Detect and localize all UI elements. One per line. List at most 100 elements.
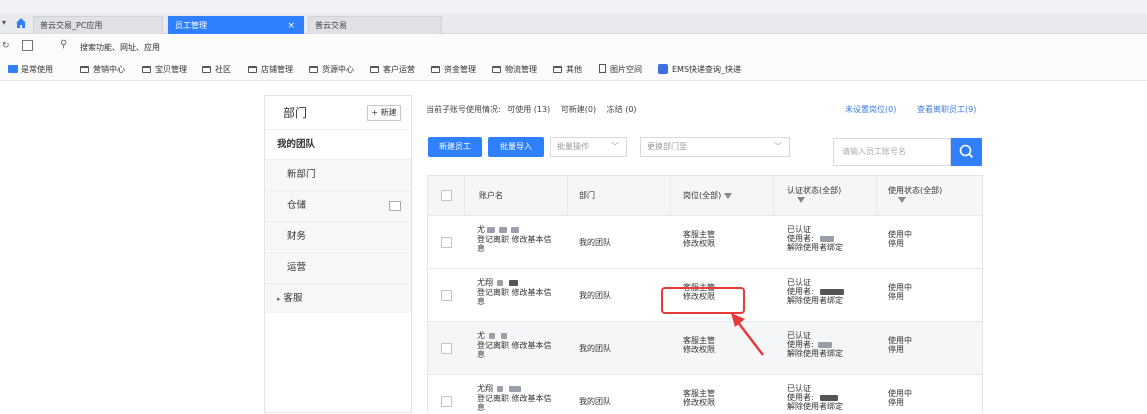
bookmark-logistics[interactable]: 物流管理 xyxy=(492,64,537,76)
bookmark-label: 资金管理 xyxy=(444,65,476,74)
bookmark-label: 店铺管理 xyxy=(261,65,293,74)
department-title: 部门 xyxy=(283,106,308,120)
filter-icon[interactable] xyxy=(724,192,733,199)
header-account: 账户名 xyxy=(479,191,503,200)
home-icon[interactable] xyxy=(14,16,30,32)
new-employee-button[interactable]: 新建员工 xyxy=(428,137,482,157)
unbind-user-link[interactable]: 解除使用者绑定 xyxy=(787,243,843,252)
chevron-down-icon: ﹀ xyxy=(774,142,782,151)
unset-position-link[interactable]: 未设置岗位(0) xyxy=(845,104,896,115)
row-actions[interactable]: 登记离职 修改基本信息 xyxy=(477,394,557,412)
account-name: 尤 xyxy=(477,225,519,234)
unbind-user-link[interactable]: 解除使用者绑定 xyxy=(787,402,843,411)
table-header: 账户名 部门 岗位(全部) 认证状态(全部) 使用状态(全部) xyxy=(428,176,982,216)
row-actions[interactable]: 登记离职 修改基本信息 xyxy=(477,235,557,253)
account-name: 尤翔 xyxy=(477,278,518,287)
search-button[interactable] xyxy=(951,138,982,166)
bookmark-ems[interactable]: EMS快递查询_快递 xyxy=(658,64,741,76)
disable-link[interactable]: 停用 xyxy=(888,292,904,301)
briefcase-icon xyxy=(8,65,18,73)
account-name: 尤翔 xyxy=(477,384,521,393)
auth-status: 已认证 xyxy=(787,278,811,287)
bookmark-label: EMS快递查询_快递 xyxy=(672,65,742,74)
tab-label: 普云交易_PC应用 xyxy=(40,21,103,30)
tab-employee-management[interactable]: 员工管理 × xyxy=(168,16,304,34)
chevron-down-icon: ﹀ xyxy=(611,142,619,151)
change-department-select[interactable]: 更换部门至 ﹀ xyxy=(640,137,790,157)
edit-permission-link[interactable]: 修改权限 xyxy=(683,345,715,354)
window-top-strip xyxy=(0,0,1147,14)
url-search-input[interactable]: 搜索功能、网址、应用 xyxy=(80,42,160,53)
dept-item-my-team[interactable]: 我的团队 xyxy=(265,129,411,159)
unbind-user-link[interactable]: 解除使用者绑定 xyxy=(787,349,843,358)
bookmark-shop[interactable]: 店铺管理 xyxy=(248,64,293,76)
bookmark-other[interactable]: 其他 xyxy=(553,64,582,76)
resigned-employees-link[interactable]: 查看离职员工(9) xyxy=(917,104,976,115)
header-role-label: 岗位(全部) xyxy=(683,191,722,200)
address-bar: ↻ ⚲ 搜索功能、网址、应用 xyxy=(0,35,1147,59)
bookmark-marketing[interactable]: 营销中心 xyxy=(80,64,125,76)
filter-icon[interactable] xyxy=(898,196,906,203)
row-checkbox[interactable] xyxy=(441,237,452,248)
folder-icon xyxy=(370,66,379,73)
tab-bar: ▾ 普云交易_PC应用 员工管理 × 普云交易 xyxy=(0,14,1147,34)
search-icon[interactable]: ⚲ xyxy=(60,39,67,50)
bookmark-images[interactable]: 图片空间 xyxy=(599,64,642,76)
row-actions[interactable]: 登记离职 修改基本信息 xyxy=(477,341,557,359)
dept-item-customer-service[interactable]: ▸ 客服 xyxy=(265,283,411,313)
department-panel: 部门 + 新建 我的团队 新部门 仓储 财务 运营 ▸ 客服 xyxy=(264,95,412,413)
employee-search-input[interactable]: 请输入员工账号名 xyxy=(833,138,951,166)
dept-item-operations[interactable]: 运营 xyxy=(265,252,411,282)
new-department-button[interactable]: + 新建 xyxy=(367,105,401,121)
page-icon xyxy=(599,64,606,73)
bookmark-community[interactable]: 社区 xyxy=(202,64,231,76)
usage-creatable: 可新建(0) xyxy=(560,105,597,114)
refresh-icon[interactable]: ↻ xyxy=(2,41,10,51)
select-all-checkbox[interactable] xyxy=(441,190,452,201)
bookmark-frequent[interactable]: 是常使用 xyxy=(8,64,53,76)
folder-icon xyxy=(142,66,151,73)
row-checkbox[interactable] xyxy=(441,343,452,354)
row-actions[interactable]: 登记离职 修改基本信息 xyxy=(477,288,557,306)
disable-link[interactable]: 停用 xyxy=(888,345,904,354)
row-checkbox[interactable] xyxy=(441,290,452,301)
search-icon xyxy=(959,144,974,159)
dept-item-finance[interactable]: 财务 xyxy=(265,221,411,251)
role-cell: 客服主管 xyxy=(683,230,715,239)
user-cell: 使用者: xyxy=(787,340,832,349)
tab-putrade-pc[interactable]: 普云交易_PC应用 xyxy=(33,16,163,34)
batch-import-button[interactable]: 批量导入 xyxy=(488,137,544,157)
header-auth[interactable]: 认证状态(全部) xyxy=(787,186,841,204)
folder-icon xyxy=(492,66,501,73)
account-name-text: 尤 xyxy=(477,331,485,340)
dept-item-warehouse[interactable]: 仓储 xyxy=(265,190,411,220)
disable-link[interactable]: 停用 xyxy=(888,239,904,248)
close-icon[interactable]: × xyxy=(287,17,295,35)
bookmark-customers[interactable]: 客户运营 xyxy=(370,64,415,76)
usage-status: 使用中 xyxy=(888,283,912,292)
bookmark-sourcing[interactable]: 货源中心 xyxy=(309,64,354,76)
bookmarks-bar: 是常使用 营销中心 宝贝管理 社区 店铺管理 货源中心 客户运营 资金管理 物流… xyxy=(0,59,1147,81)
table-row: 尤 登记离职 修改基本信息 我的团队 客服主管 修改权限 已认证 使用者: 解除… xyxy=(428,322,982,375)
edit-permission-link[interactable]: 修改权限 xyxy=(683,398,715,407)
usage-status: 使用中 xyxy=(888,230,912,239)
user-cell: 使用者: xyxy=(787,287,844,296)
tab-putrade[interactable]: 普云交易 xyxy=(308,16,442,34)
dropdown-icon[interactable]: ▾ xyxy=(2,18,6,27)
dept-menu-icon[interactable] xyxy=(389,201,401,211)
department-cell: 我的团队 xyxy=(579,344,611,353)
filter-icon[interactable] xyxy=(797,196,805,203)
batch-operation-select[interactable]: 批量操作 ﹀ xyxy=(550,137,627,157)
bookmark-products[interactable]: 宝贝管理 xyxy=(142,64,187,76)
bookmark-page-icon[interactable] xyxy=(22,40,33,51)
disable-link[interactable]: 停用 xyxy=(888,398,904,407)
header-role[interactable]: 岗位(全部) xyxy=(683,191,733,200)
unbind-user-link[interactable]: 解除使用者绑定 xyxy=(787,296,843,305)
bookmark-label: 营销中心 xyxy=(93,65,125,74)
row-checkbox[interactable] xyxy=(441,396,452,407)
bookmark-finance[interactable]: 资金管理 xyxy=(431,64,476,76)
edit-permission-link[interactable]: 修改权限 xyxy=(683,239,715,248)
bookmark-label: 货源中心 xyxy=(322,65,354,74)
dept-item-new[interactable]: 新部门 xyxy=(265,159,411,189)
header-status[interactable]: 使用状态(全部) xyxy=(888,186,942,204)
